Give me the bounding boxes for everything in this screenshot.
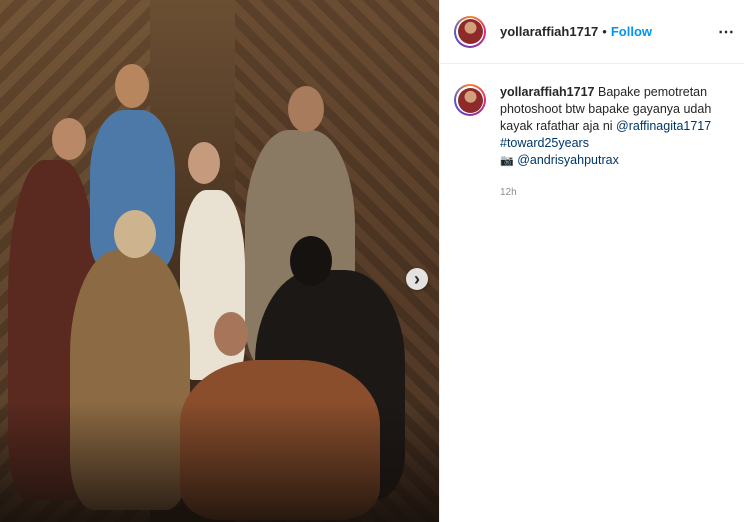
figure-head — [290, 236, 332, 286]
caption-username[interactable]: yollaraffiah1717 — [500, 85, 595, 99]
post-sidebar: yollaraffiah1717 • Follow ⋯ yollaraffiah… — [439, 0, 744, 522]
hashtag-link[interactable]: #toward25years — [500, 136, 589, 150]
post-header: yollaraffiah1717 • Follow ⋯ — [440, 0, 744, 64]
follow-button[interactable]: Follow — [611, 24, 652, 39]
avatar-image — [457, 87, 483, 113]
figure-head — [188, 142, 220, 184]
next-photo-button[interactable]: › — [406, 268, 428, 290]
post-timestamp[interactable]: 12h — [500, 187, 517, 198]
avatar[interactable] — [454, 15, 486, 48]
instagram-post-view: › yollaraffiah1717 • Follow ⋯ yollaraffi… — [0, 0, 744, 522]
caption-text: yollaraffiah1717 Bapake pemotretan photo… — [500, 84, 732, 170]
figure-head — [52, 118, 86, 160]
header-username[interactable]: yollaraffiah1717 — [500, 24, 598, 39]
figure-head — [214, 312, 248, 356]
separator-dot: • — [602, 24, 607, 39]
figure-head — [115, 64, 149, 108]
mention-link[interactable]: @andrisyahputrax — [517, 153, 619, 167]
figure-head — [288, 86, 324, 132]
avatar-border — [456, 17, 484, 46]
camera-icon: 📷 — [500, 155, 514, 167]
chevron-right-icon: › — [414, 269, 420, 289]
photo-floor-shadow — [0, 402, 439, 522]
post-photo[interactable]: › — [0, 0, 439, 522]
avatar-image — [457, 19, 483, 44]
figure-head — [114, 210, 156, 258]
more-options-icon[interactable]: ⋯ — [718, 22, 735, 42]
caption: yollaraffiah1717 Bapake pemotretan photo… — [454, 84, 734, 170]
caption-avatar[interactable] — [454, 84, 486, 116]
avatar-border — [456, 86, 484, 114]
mention-link[interactable]: @raffinagita1717 — [616, 119, 711, 133]
